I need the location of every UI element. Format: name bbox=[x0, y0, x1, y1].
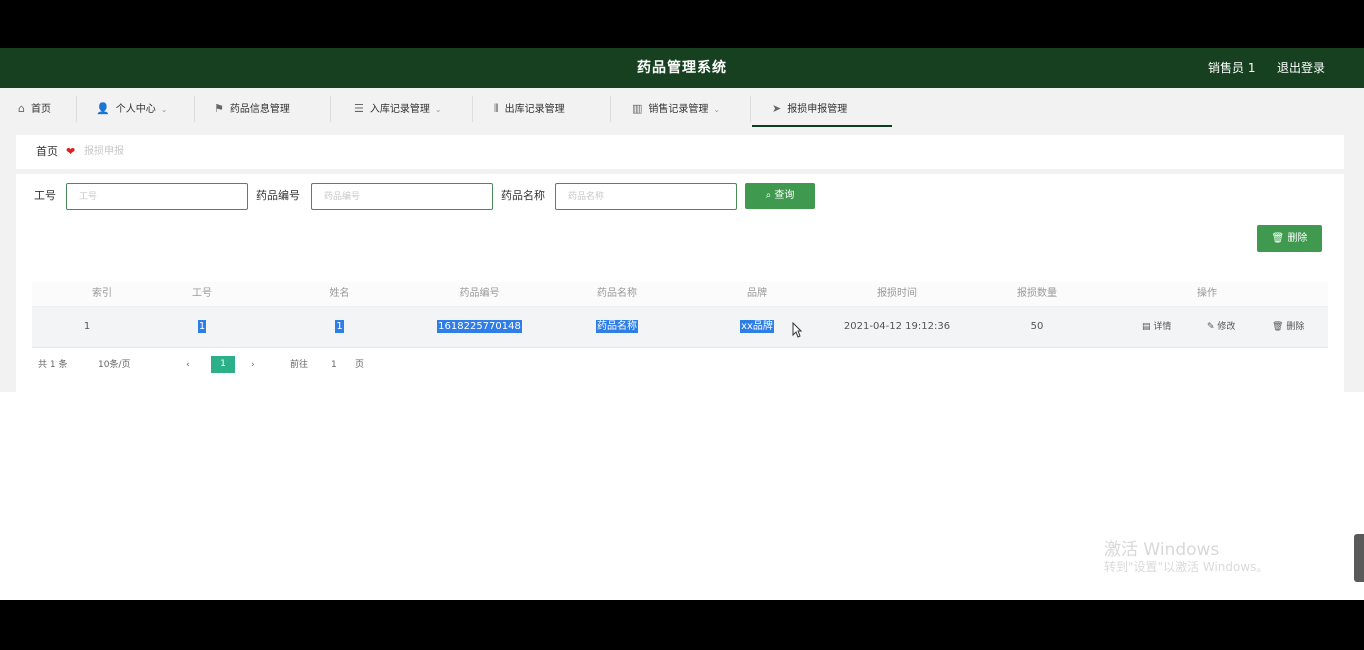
pager-total: 共 1 条 bbox=[38, 360, 68, 370]
columns-icon: ⫴ bbox=[494, 102, 499, 115]
delete-button-label: 删除 bbox=[1287, 233, 1308, 244]
page-number-current[interactable]: 1 bbox=[211, 356, 235, 373]
nav-item-label: 销售记录管理 bbox=[648, 104, 709, 115]
next-page-button[interactable]: › bbox=[251, 354, 255, 376]
nav-divider bbox=[330, 96, 331, 122]
col-name: 姓名 bbox=[329, 288, 350, 299]
nav-item-profile[interactable]: 👤 个人中心 ⌄ bbox=[96, 88, 167, 129]
cell-name: 1 bbox=[282, 307, 397, 347]
search-button[interactable]: ⌕ 查询 bbox=[745, 183, 815, 209]
breadcrumb: 首页 ❤ 报损申报 bbox=[16, 135, 1344, 169]
cell-brand-text: xx品牌 bbox=[740, 320, 774, 333]
document-icon: ▤ bbox=[1142, 322, 1151, 332]
drug-no-input[interactable] bbox=[311, 183, 493, 210]
search-icon: ⌕ bbox=[765, 190, 772, 201]
nav-item-label: 个人中心 bbox=[115, 104, 156, 115]
windows-activation-hint: 转到"设置"以激活 Windows。 bbox=[1104, 560, 1269, 574]
col-qty: 报损数量 bbox=[1017, 288, 1057, 299]
list-icon: ☰ bbox=[354, 102, 364, 115]
heart-icon: ❤ bbox=[66, 145, 76, 158]
main-panel: 工号 药品编号 药品名称 ⌕ 查询 🗑 删除 索引 工号 姓名 药品编号 药品名… bbox=[16, 174, 1344, 392]
current-user[interactable]: 销售员 1 bbox=[1208, 48, 1255, 88]
nav-item-sales[interactable]: ▥ 销售记录管理 ⌄ bbox=[632, 88, 720, 129]
side-tab[interactable] bbox=[1354, 534, 1364, 582]
goto-input[interactable]: 1 bbox=[331, 354, 337, 376]
table-header: 索引 工号 姓名 药品编号 药品名称 品牌 报损时间 报损数量 操作 bbox=[32, 282, 1328, 307]
page-size-select[interactable]: 10条/页 bbox=[98, 354, 131, 376]
row-delete-button-label: 删除 bbox=[1286, 322, 1305, 332]
cell-drug-name: 药品名称 bbox=[552, 307, 682, 347]
app-window: 药品管理系统 销售员 1 退出登录 ⌂ 首页 👤 个人中心 ⌄ ⚑ 药品信息管理 ☰ 入库… bbox=[0, 48, 1364, 600]
app-title: 药品管理系统 bbox=[637, 60, 727, 76]
cell-drug-no: 1618225770148 bbox=[417, 307, 542, 347]
send-icon: ➤ bbox=[772, 102, 782, 115]
detail-button-label: 详情 bbox=[1153, 322, 1172, 332]
prev-page-button[interactable]: ‹ bbox=[186, 354, 190, 376]
cell-drug-no-text: 1618225770148 bbox=[437, 320, 522, 333]
cell-brand: xx品牌 bbox=[692, 307, 822, 347]
col-index: 索引 bbox=[92, 288, 112, 299]
cell-time: 2021-04-12 19:12:36 bbox=[843, 321, 951, 332]
row-delete-button[interactable]: 🗑 删除 bbox=[1272, 319, 1304, 335]
goto-label: 前往 bbox=[290, 360, 309, 370]
nav-item-label: 报损申报管理 bbox=[787, 104, 848, 115]
trash-icon: 🗑 bbox=[1271, 233, 1285, 244]
nav-divider bbox=[472, 96, 473, 122]
cell-drug-name-text: 药品名称 bbox=[596, 320, 638, 333]
cell-qty: 50 bbox=[1030, 321, 1044, 332]
user-icon: 👤 bbox=[96, 102, 110, 115]
nav-item-outbound[interactable]: ⫴ 出库记录管理 bbox=[494, 88, 565, 129]
col-drug-no: 药品编号 bbox=[459, 288, 500, 299]
chevron-down-icon: ⌄ bbox=[713, 105, 721, 114]
cell-emp-no-text: 1 bbox=[197, 320, 207, 333]
cell-name-text: 1 bbox=[335, 320, 344, 333]
search-button-label: 查询 bbox=[774, 190, 795, 201]
nav-item-label: 出库记录管理 bbox=[504, 104, 565, 115]
emp-no-input[interactable] bbox=[66, 183, 248, 210]
windows-activation-title: 激活 Windows bbox=[1104, 540, 1220, 560]
breadcrumb-current: 报损申报 bbox=[84, 146, 124, 157]
drug-name-label: 药品名称 bbox=[501, 189, 545, 202]
main-nav: ⌂ 首页 👤 个人中心 ⌄ ⚑ 药品信息管理 ☰ 入库记录管理 ⌄ ⫴ 出库记录管理 ▥ 销售记… bbox=[0, 88, 1364, 130]
chevron-down-icon: ⌄ bbox=[434, 105, 442, 114]
nav-item-loss-report[interactable]: ➤ 报损申报管理 bbox=[752, 88, 892, 127]
nav-item-label: 入库记录管理 bbox=[369, 104, 430, 115]
drug-no-label: 药品编号 bbox=[256, 189, 300, 202]
content-area: 首页 ❤ 报损申报 工号 药品编号 药品名称 ⌕ 查询 🗑 删除 索引 工号 姓… bbox=[0, 129, 1364, 392]
drug-name-input[interactable] bbox=[555, 183, 737, 210]
nav-item-drug-info[interactable]: ⚑ 药品信息管理 bbox=[214, 88, 290, 129]
detail-button[interactable]: ▤ 详情 bbox=[1142, 319, 1171, 335]
breadcrumb-home[interactable]: 首页 bbox=[36, 135, 58, 169]
home-icon: ⌂ bbox=[18, 102, 25, 115]
trash-icon: 🗑 bbox=[1272, 322, 1284, 332]
nav-item-inbound[interactable]: ☰ 入库记录管理 ⌄ bbox=[354, 88, 442, 129]
nav-divider bbox=[750, 96, 751, 122]
nav-divider bbox=[610, 96, 611, 122]
chevron-down-icon: ⌄ bbox=[160, 105, 168, 114]
col-actions: 操作 bbox=[1197, 288, 1217, 299]
col-brand: 品牌 bbox=[747, 288, 767, 299]
cell-index: 1 bbox=[83, 321, 91, 332]
nav-divider bbox=[76, 96, 77, 122]
chart-icon: ▥ bbox=[632, 102, 643, 115]
pencil-icon: ✎ bbox=[1207, 322, 1215, 332]
nav-item-label: 首页 bbox=[30, 104, 51, 115]
logout-link[interactable]: 退出登录 bbox=[1277, 48, 1325, 88]
col-time: 报损时间 bbox=[877, 288, 917, 299]
goto-unit: 页 bbox=[355, 360, 365, 370]
table-row[interactable]: 1 1 1 1618225770148 药品名称 xx品牌 2021-04-12… bbox=[32, 307, 1328, 348]
col-emp-no: 工号 bbox=[192, 288, 212, 299]
delete-button[interactable]: 🗑 删除 bbox=[1257, 225, 1322, 252]
nav-divider bbox=[194, 96, 195, 122]
emp-no-label: 工号 bbox=[34, 189, 56, 202]
nav-item-home[interactable]: ⌂ 首页 bbox=[18, 88, 51, 129]
edit-button[interactable]: ✎ 修改 bbox=[1207, 319, 1235, 335]
col-drug-name: 药品名称 bbox=[597, 288, 637, 299]
flag-icon: ⚑ bbox=[214, 102, 224, 115]
nav-item-label: 药品信息管理 bbox=[229, 104, 290, 115]
top-header: 药品管理系统 销售员 1 退出登录 bbox=[0, 48, 1364, 88]
edit-button-label: 修改 bbox=[1217, 322, 1236, 332]
cell-emp-no: 1 bbox=[147, 307, 257, 347]
mouse-cursor-icon bbox=[792, 322, 802, 338]
